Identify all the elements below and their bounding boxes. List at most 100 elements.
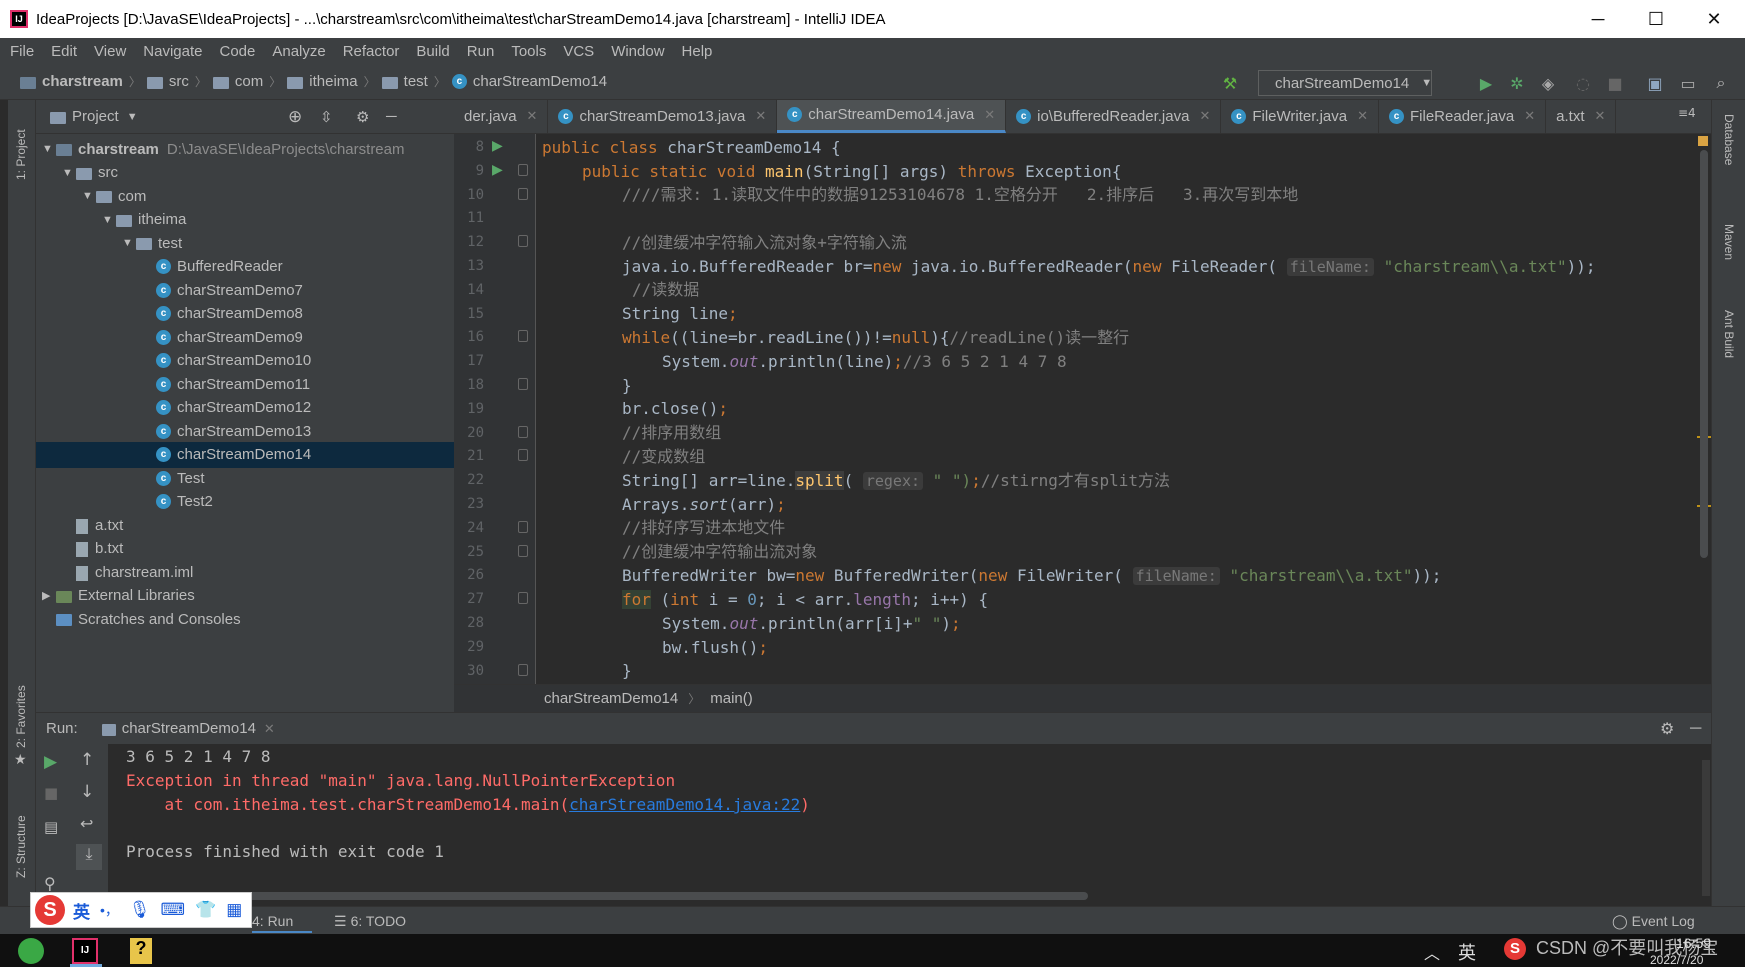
sogou-logo-icon[interactable]: S xyxy=(35,895,65,925)
tabs-overflow-indicator[interactable]: ≡4 xyxy=(1678,106,1696,120)
menu-refactor[interactable]: Refactor xyxy=(343,43,400,60)
editor-breadcrumb-method[interactable]: main() xyxy=(710,690,753,707)
fold-marker-icon[interactable] xyxy=(518,520,528,533)
editor-scrollbar[interactable] xyxy=(1700,150,1708,558)
breadcrumb-module[interactable]: charstream xyxy=(42,73,123,90)
breadcrumb-test[interactable]: test xyxy=(404,73,428,90)
breadcrumb-com[interactable]: com xyxy=(235,73,263,90)
editor-tab[interactable]: c charStreamDemo13.java ✕ xyxy=(548,100,778,133)
editor-tab[interactable]: c io\BufferedReader.java ✕ xyxy=(1006,100,1222,133)
collapse-arrow-icon[interactable]: ▶ xyxy=(42,589,56,602)
run-tool-tab[interactable]: 4: Run xyxy=(252,913,312,933)
editor-tab[interactable]: der.java ✕ xyxy=(454,100,549,133)
tree-item-com[interactable]: ▼ com xyxy=(36,183,454,209)
chevron-down-icon[interactable]: ▼ xyxy=(127,111,138,123)
run-gutter-icon[interactable]: ▶ xyxy=(492,162,503,178)
tree-item-charstreamdemo12[interactable]: c charStreamDemo12 xyxy=(36,395,454,421)
close-button[interactable]: ✕ xyxy=(1685,0,1743,38)
arrow-up-icon[interactable]: ↑ xyxy=(80,750,94,770)
keyboard-icon[interactable]: ⌨ xyxy=(161,900,186,920)
terminal-icon[interactable]: ▭ xyxy=(1677,72,1699,94)
expand-arrow-icon[interactable]: ▼ xyxy=(42,143,56,155)
expand-arrow-icon[interactable]: ▼ xyxy=(122,237,136,249)
stop-icon[interactable]: ■ xyxy=(44,784,58,802)
console-output[interactable]: 3 6 5 2 1 4 7 8 Exception in thread "mai… xyxy=(108,744,1711,906)
close-tab-icon[interactable]: ✕ xyxy=(1524,108,1535,124)
menu-window[interactable]: Window xyxy=(611,43,664,60)
run-tab[interactable]: charStreamDemo14 xyxy=(122,720,256,737)
tree-item-b-txt[interactable]: b.txt xyxy=(36,536,454,562)
tree-item-src[interactable]: ▼ src xyxy=(36,160,454,186)
tray-chevron-up-icon[interactable]: ︿ xyxy=(1424,940,1440,964)
microphone-icon[interactable]: 🎙 xyxy=(129,900,151,920)
rerun-icon[interactable]: ▶ xyxy=(44,752,57,772)
clock-time[interactable]: 16:59 xyxy=(1676,935,1711,951)
fold-marker-icon[interactable] xyxy=(518,663,528,676)
project-structure-icon[interactable]: ▣ xyxy=(1644,72,1666,94)
editor-tab[interactable]: c charStreamDemo14.java ✕ xyxy=(777,100,1007,133)
tree-item-bufferedreader[interactable]: c BufferedReader xyxy=(36,254,454,280)
menu-view[interactable]: View xyxy=(94,43,126,60)
tree-item-test2[interactable]: c Test2 xyxy=(36,489,454,515)
search-icon[interactable]: ⌕ xyxy=(1710,72,1732,94)
tray-language[interactable]: 英 xyxy=(1458,939,1476,965)
console-v-scrollbar[interactable] xyxy=(1702,760,1710,896)
close-tab-icon[interactable]: ✕ xyxy=(1357,108,1368,124)
tree-item-test[interactable]: ▼ test xyxy=(36,230,454,256)
stacktrace-link[interactable]: charStreamDemo14.java:22 xyxy=(569,795,800,814)
inspection-warning-icon[interactable] xyxy=(1698,136,1708,146)
ant-build-tool-tab[interactable]: Ant Build xyxy=(1722,310,1736,358)
build-hammer-icon[interactable]: ⚒ xyxy=(1219,72,1241,94)
menu-vcs[interactable]: VCS xyxy=(563,43,594,60)
close-tab-icon[interactable]: ✕ xyxy=(527,108,538,124)
expand-arrow-icon[interactable]: ▼ xyxy=(82,190,96,202)
tree-item-charstreamdemo14[interactable]: c charStreamDemo14 xyxy=(36,441,454,468)
gear-icon[interactable]: ⚙ xyxy=(356,108,369,126)
close-tab-icon[interactable]: ✕ xyxy=(755,108,766,124)
tree-item-charstreamdemo13[interactable]: c charStreamDemo13 xyxy=(36,418,454,444)
event-log-button[interactable]: ◯ Event Log xyxy=(1612,913,1695,930)
debug-icon[interactable]: ✲ xyxy=(1506,72,1528,94)
ime-language[interactable]: 英 xyxy=(73,898,90,923)
editor-tab[interactable]: a.txt ✕ xyxy=(1546,100,1617,133)
skin-icon[interactable]: 👕 xyxy=(195,900,216,920)
hide-panel-icon[interactable]: ─ xyxy=(1690,720,1701,738)
close-tab-icon[interactable]: ✕ xyxy=(984,107,995,123)
project-tool-tab[interactable]: 1: Project xyxy=(14,129,28,180)
layout-icon[interactable]: ▤ xyxy=(44,818,58,836)
tree-item-a-txt[interactable]: a.txt xyxy=(36,512,454,538)
database-tool-tab[interactable]: Database xyxy=(1722,114,1736,165)
tree-item-charstream[interactable]: ▼ charstream D:\JavaSE\IdeaProjects\charst… xyxy=(36,136,454,162)
fold-marker-icon[interactable] xyxy=(518,378,528,390)
tree-item-test[interactable]: c Test xyxy=(36,465,454,491)
editor-breadcrumb-class[interactable]: charStreamDemo14 xyxy=(544,690,678,707)
hide-panel-icon[interactable]: ─ xyxy=(386,108,397,125)
app-icon[interactable]: ? xyxy=(130,938,152,964)
minimize-button[interactable]: ─ xyxy=(1569,0,1627,38)
tree-item-external-libraries[interactable]: ▶ External Libraries xyxy=(36,583,454,609)
tree-item-charstreamdemo10[interactable]: c charStreamDemo10 xyxy=(36,348,454,374)
menu-build[interactable]: Build xyxy=(416,43,449,60)
fold-marker-icon[interactable] xyxy=(518,330,528,343)
code-editor[interactable]: public class charStreamDemo14 { public s… xyxy=(536,134,1696,684)
fold-marker-icon[interactable] xyxy=(518,235,528,248)
editor-tab[interactable]: c FileWriter.java ✕ xyxy=(1221,100,1380,133)
scroll-to-end-icon[interactable]: ⤓ xyxy=(76,844,102,870)
run-config-dropdown[interactable]: charStreamDemo14 ▼ xyxy=(1258,70,1432,96)
breadcrumb-itheima[interactable]: itheima xyxy=(309,73,357,90)
clock-date[interactable]: 2022/7/20 xyxy=(1650,953,1703,967)
console-h-scrollbar[interactable] xyxy=(108,892,1088,900)
fold-marker-icon[interactable] xyxy=(518,163,528,176)
todo-tool-tab[interactable]: ☰ 6: TODO xyxy=(334,913,406,930)
run-icon[interactable]: ▶ xyxy=(1475,72,1497,94)
favorites-tool-tab[interactable]: 2: Favorites xyxy=(14,685,28,748)
menu-navigate[interactable]: Navigate xyxy=(143,43,202,60)
menu-file[interactable]: File xyxy=(10,43,34,60)
menu-help[interactable]: Help xyxy=(682,43,713,60)
structure-tool-tab[interactable]: Z: Structure xyxy=(14,815,28,878)
expand-arrow-icon[interactable]: ▼ xyxy=(102,214,116,226)
fold-marker-icon[interactable] xyxy=(518,544,528,557)
intellij-taskbar-icon[interactable]: IJ xyxy=(72,938,98,964)
breadcrumb-class[interactable]: charStreamDemo14 xyxy=(473,73,607,90)
stop-icon[interactable]: ■ xyxy=(1604,72,1626,94)
